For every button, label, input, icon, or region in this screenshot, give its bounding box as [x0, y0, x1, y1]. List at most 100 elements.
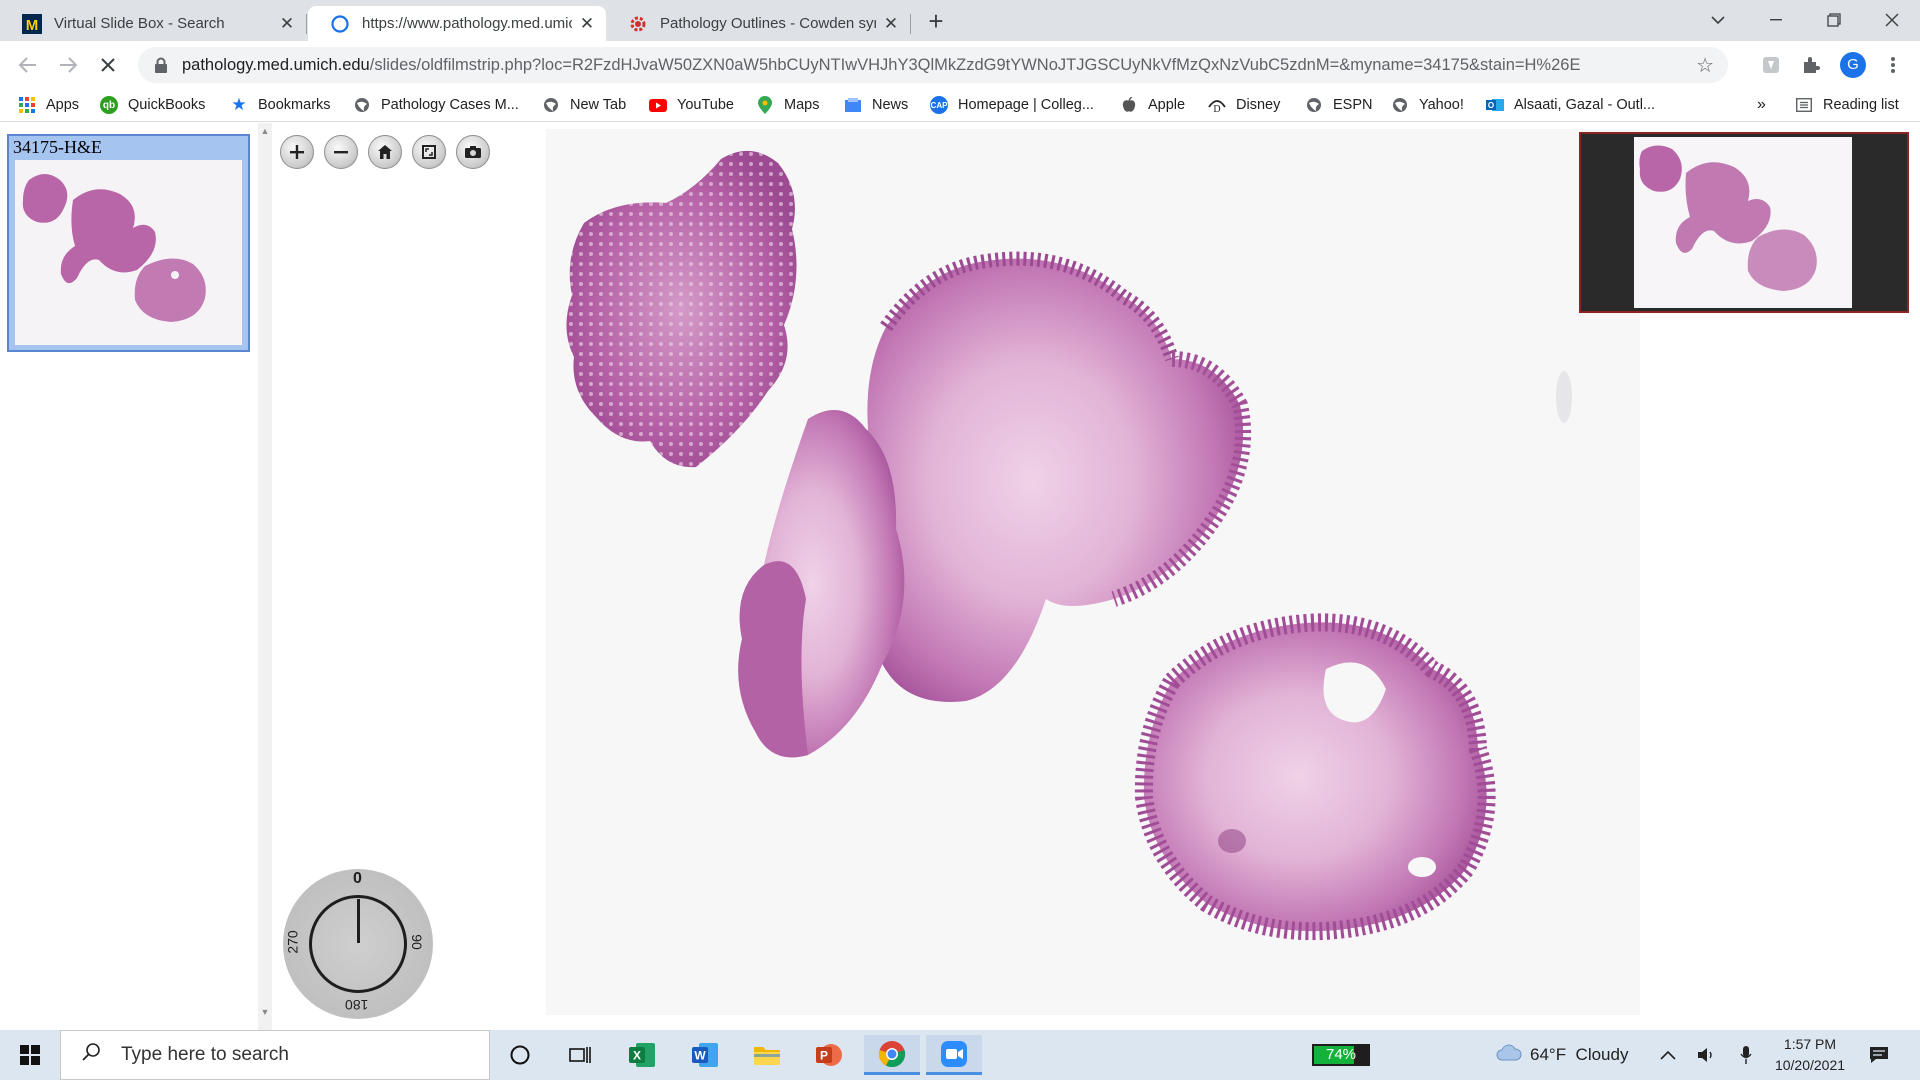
address-bar[interactable]: pathology.med.umich.edu/slides/oldfilmst…	[138, 47, 1728, 83]
fullscreen-button[interactable]	[412, 135, 446, 169]
star-icon: ★	[231, 95, 247, 114]
windows-start-button[interactable]	[0, 1030, 60, 1080]
tab-title: https://www.pathology.med.umich.edu	[362, 15, 572, 32]
svg-text:D: D	[1213, 104, 1220, 113]
bookmark-label: Bookmarks	[258, 97, 331, 113]
bookmarks-bar: Apps qb QuickBooks ★ Bookmarks Pathology…	[0, 89, 1920, 122]
quickbooks-icon: qb	[100, 96, 118, 114]
slide-thumbnail[interactable]: 34175-H&E	[7, 134, 250, 352]
bookmark-label: New Tab	[570, 97, 627, 113]
bookmarks-overflow-button[interactable]: »	[1757, 93, 1766, 117]
taskbar-word[interactable]: W	[677, 1035, 733, 1075]
taskbar-zoom[interactable]	[926, 1035, 982, 1075]
task-view-icon	[569, 1047, 591, 1063]
bookmark-apple[interactable]: Apple	[1120, 93, 1185, 117]
tab-pathology-outlines[interactable]: Pathology Outlines - Cowden syndrome ✕	[606, 6, 910, 41]
back-arrow-icon[interactable]	[14, 51, 42, 79]
zoom-video-icon	[941, 1040, 967, 1067]
forward-arrow-icon[interactable]	[54, 51, 82, 79]
battery-indicator[interactable]: 74%	[1312, 1044, 1370, 1066]
zoom-out-button[interactable]	[324, 135, 358, 169]
tab-virtual-slide-box[interactable]: M Virtual Slide Box - Search ✕	[0, 6, 306, 41]
bookmark-maps[interactable]: Maps	[756, 93, 819, 117]
stop-loading-icon[interactable]	[94, 51, 122, 79]
overview-navigator[interactable]	[1579, 132, 1909, 313]
bookmark-quickbooks[interactable]: qb QuickBooks	[100, 93, 205, 117]
rotation-mark-90: 90	[408, 934, 425, 950]
close-icon[interactable]: ✕	[278, 14, 296, 33]
bookmark-pathology-cases[interactable]: Pathology Cases M...	[353, 93, 519, 117]
search-placeholder: Type here to search	[121, 1044, 289, 1065]
bookmark-label: ESPN	[1333, 97, 1373, 113]
bookmark-homepage-college[interactable]: CAP Homepage | Colleg...	[930, 93, 1094, 117]
overview-viewport[interactable]	[1634, 137, 1852, 308]
notification-center-icon[interactable]	[1868, 1030, 1890, 1080]
taskbar-file-explorer[interactable]	[739, 1035, 795, 1075]
slide-canvas[interactable]: 0 90 180 270	[272, 123, 1920, 1030]
restore-button[interactable]	[1806, 0, 1862, 40]
extensions-puzzle-icon[interactable]	[1800, 54, 1822, 76]
globe-icon	[353, 96, 371, 114]
maps-pin-icon	[756, 96, 774, 114]
bookmark-yahoo[interactable]: Yahoo!	[1391, 93, 1464, 117]
slide-thumbnail-label: 34175-H&E	[13, 137, 102, 157]
tab-divider	[306, 14, 307, 34]
bookmark-outlook[interactable]: O Alsaati, Gazal - Outl...	[1486, 93, 1655, 117]
extension-icon[interactable]	[1760, 54, 1782, 76]
rotation-dial[interactable]: 0 90 180 270	[283, 869, 433, 1019]
taskbar-search-box[interactable]: Type here to search	[60, 1030, 490, 1080]
bookmark-label: Disney	[1236, 97, 1281, 113]
pathology-outlines-icon	[628, 14, 648, 34]
slide-image[interactable]	[546, 129, 1640, 1015]
globe-icon	[542, 96, 560, 114]
cloudy-weather-icon	[1496, 1044, 1522, 1067]
show-hidden-icons-chevron-icon[interactable]	[1660, 1030, 1676, 1080]
zoom-in-button[interactable]	[280, 135, 314, 169]
rotation-mark-270: 270	[284, 930, 301, 954]
bookmark-espn[interactable]: ESPN	[1305, 93, 1373, 117]
bookmark-label: Pathology Cases M...	[381, 97, 519, 113]
excel-icon: X	[629, 1043, 655, 1067]
tab-search-chevron-icon[interactable]	[1690, 0, 1746, 40]
taskbar-clock[interactable]: 1:57 PM 10/20/2021	[1750, 1034, 1870, 1076]
menu-kebab-icon[interactable]	[1882, 54, 1904, 76]
scroll-up-arrow-icon[interactable]: ▲	[260, 126, 270, 136]
profile-avatar[interactable]: G	[1840, 52, 1866, 78]
bookmark-disney[interactable]: D Disney	[1208, 93, 1280, 117]
tab-strip: M Virtual Slide Box - Search ✕ https://w…	[0, 0, 1920, 41]
bookmark-news[interactable]: News	[844, 93, 908, 117]
snapshot-camera-button[interactable]	[456, 135, 490, 169]
rotation-needle[interactable]	[357, 899, 360, 943]
close-icon[interactable]: ✕	[882, 14, 900, 33]
bookmark-bookmarks[interactable]: ★ Bookmarks	[230, 93, 331, 117]
bookmark-label: News	[872, 97, 909, 113]
bookmark-star-icon[interactable]: ☆	[1696, 53, 1714, 78]
weather-widget[interactable]: 64°F Cloudy	[1496, 1030, 1628, 1080]
close-window-button[interactable]	[1864, 0, 1920, 40]
taskbar-excel[interactable]: X	[614, 1035, 670, 1075]
task-view-button[interactable]	[552, 1035, 608, 1075]
scroll-down-arrow-icon[interactable]: ▼	[260, 1007, 270, 1017]
bookmark-label: Yahoo!	[1419, 97, 1464, 113]
close-icon[interactable]: ✕	[578, 14, 596, 33]
taskbar-powerpoint[interactable]: P	[801, 1035, 857, 1075]
svg-text:M: M	[26, 17, 39, 34]
tab-title: Pathology Outlines - Cowden syndrome	[660, 15, 876, 32]
bookmark-youtube[interactable]: YouTube	[649, 93, 734, 117]
home-button[interactable]	[368, 135, 402, 169]
rotation-mark-0: 0	[353, 870, 362, 887]
new-tab-button[interactable]: +	[922, 8, 950, 36]
bookmark-new-tab[interactable]: New Tab	[542, 93, 626, 117]
bookmark-apps[interactable]: Apps	[18, 93, 79, 117]
taskbar-chrome[interactable]	[864, 1035, 920, 1075]
lock-icon	[154, 57, 168, 73]
cortana-button[interactable]	[492, 1035, 548, 1075]
volume-speaker-icon[interactable]	[1696, 1030, 1716, 1080]
tab-pathology-slide[interactable]: https://www.pathology.med.umich.edu ✕	[308, 6, 606, 41]
filmstrip-scrollbar[interactable]: ▲ ▼	[258, 123, 272, 1030]
folder-icon	[754, 1047, 780, 1065]
rotation-mark-180: 180	[345, 997, 369, 1013]
browser-toolbar: pathology.med.umich.edu/slides/oldfilmst…	[0, 41, 1920, 89]
minimize-button[interactable]	[1748, 0, 1804, 40]
reading-list-button[interactable]: Reading list	[1795, 93, 1899, 117]
